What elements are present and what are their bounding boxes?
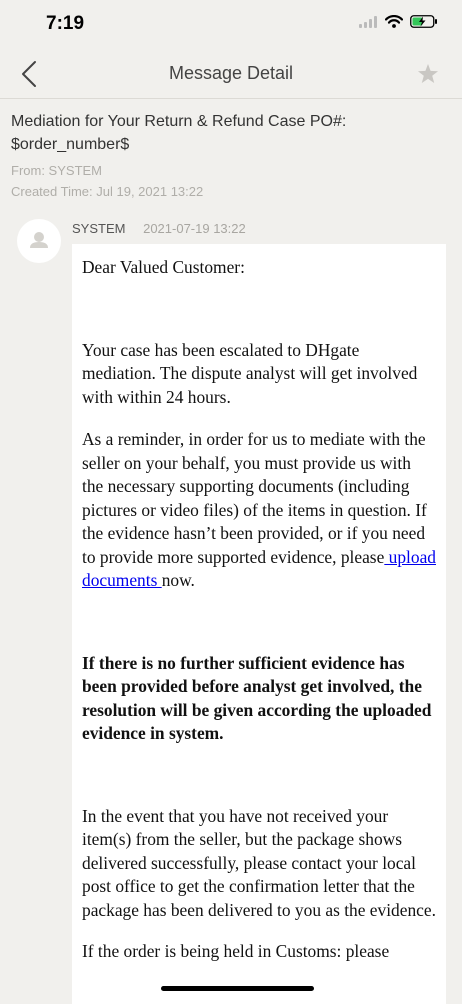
message-created-time: Created Time: Jul 19, 2021 13:22 (11, 184, 204, 199)
home-indicator[interactable] (161, 986, 314, 991)
user-icon (30, 232, 48, 248)
navigation-bar: Message Detail (0, 50, 462, 99)
message-title: Mediation for Your Return & Refund Case … (11, 113, 347, 153)
status-time: 7:19 (46, 13, 85, 34)
paragraph-escalated: Your case has been escalated to DHgate m… (82, 339, 418, 407)
reminder-text: As a reminder, in order for us to mediat… (82, 429, 427, 567)
message-from: From: SYSTEM (11, 163, 103, 178)
sender-name: SYSTEM (72, 221, 126, 236)
page-title: Message Detail (168, 63, 294, 83)
sender-line: SYSTEM 2021-07-19 13:22 (72, 221, 246, 236)
message-header: Mediation for Your Return & Refund Case … (11, 110, 451, 199)
favorite-button[interactable] (416, 62, 440, 86)
status-icons (359, 15, 438, 28)
status-bar: 7:19 (0, 0, 462, 50)
message-bubble: Dear Valued Customer: Your case has been… (72, 244, 446, 1004)
greeting: Dear Valued Customer: (82, 257, 245, 277)
wifi-icon (385, 15, 403, 28)
sender-avatar (17, 219, 61, 263)
cellular-signal-icon (359, 15, 377, 28)
battery-charging-icon (410, 15, 437, 28)
paragraph-reminder: As a reminder, in order for us to mediat… (82, 428, 436, 593)
reminder-text-end: now. (161, 570, 195, 590)
paragraph-warning: If there is no further sufficient eviden… (82, 652, 432, 744)
paragraph-not-received: In the event that you have not received … (82, 805, 436, 920)
paragraph-customs: If the order is being held in Customs: p… (82, 941, 390, 961)
sent-timestamp: 2021-07-19 13:22 (143, 221, 246, 236)
star-icon (418, 64, 438, 83)
